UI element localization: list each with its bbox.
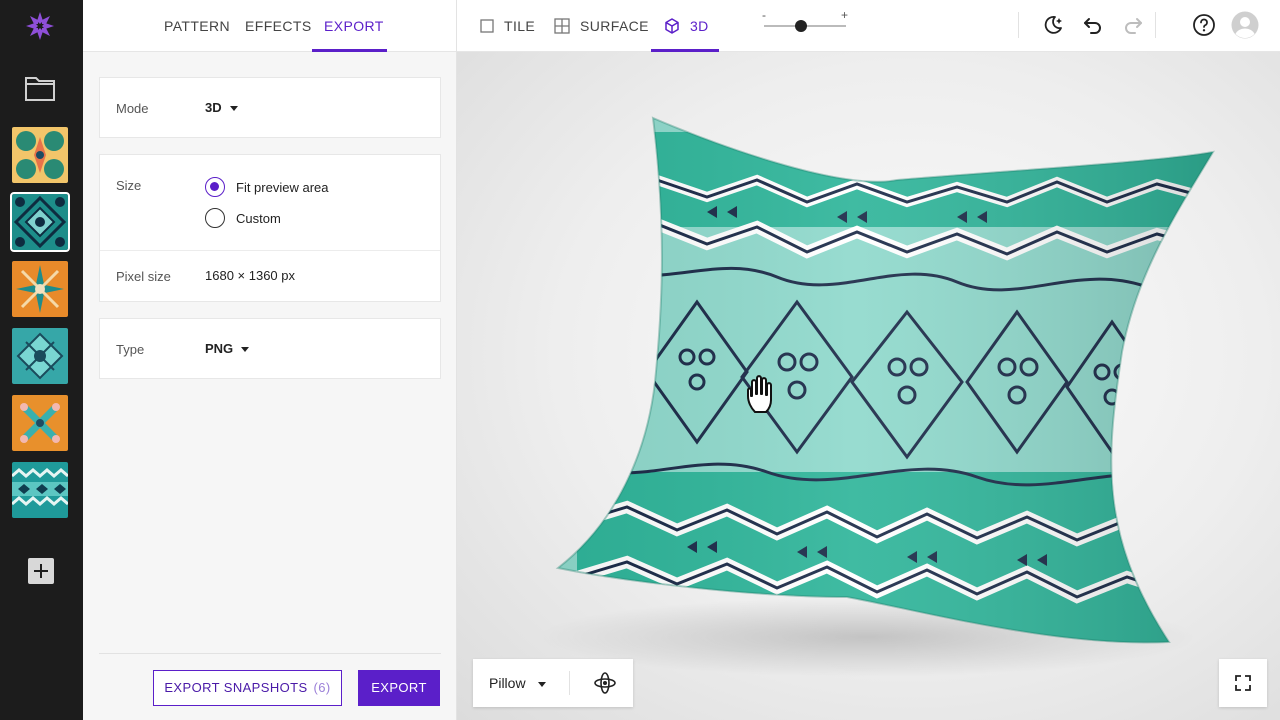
divider <box>1155 12 1156 38</box>
tab-surface[interactable]: SURFACE <box>554 18 649 34</box>
avatar-icon[interactable] <box>1231 11 1259 39</box>
pattern-thumbnail[interactable] <box>12 261 68 317</box>
tab-pattern[interactable]: PATTERN <box>164 18 230 34</box>
chevron-down-icon <box>229 106 238 112</box>
fullscreen-icon <box>1235 675 1251 691</box>
grab-cursor-icon <box>747 375 772 413</box>
pattern-thumbnail[interactable] <box>12 127 68 183</box>
tab-tile-label: TILE <box>504 18 536 34</box>
model-select[interactable]: Pillow <box>489 675 546 691</box>
type-label: Type <box>116 342 145 357</box>
tab-tile[interactable]: TILE <box>480 18 535 34</box>
type-value: PNG <box>205 341 234 356</box>
add-pattern-button[interactable] <box>28 558 54 584</box>
folder-icon[interactable] <box>24 74 56 102</box>
snapshot-count: (6) <box>313 680 331 695</box>
3d-preview-viewport[interactable]: Pillow <box>457 52 1280 720</box>
export-snapshots-label: EXPORT SNAPSHOTS <box>164 680 308 695</box>
divider <box>100 250 440 251</box>
redo-icon[interactable] <box>1121 13 1145 37</box>
export-button[interactable]: EXPORT <box>358 670 440 706</box>
export-snapshots-button[interactable]: EXPORT SNAPSHOTS (6) <box>153 670 342 706</box>
zoom-out-icon[interactable]: - <box>762 8 766 22</box>
radio-custom-label[interactable]: Custom <box>236 211 281 226</box>
type-select[interactable]: PNG <box>205 341 250 356</box>
radio-custom[interactable] <box>205 208 225 228</box>
help-icon[interactable] <box>1192 13 1216 37</box>
size-card: Size Fit preview area Custom Pixel size … <box>99 154 441 302</box>
fullscreen-button[interactable] <box>1219 659 1267 707</box>
size-label: Size <box>116 178 142 193</box>
zoom-slider[interactable]: - + <box>762 8 848 42</box>
mode-card: Mode 3D <box>99 77 441 138</box>
divider <box>99 653 441 654</box>
view-toolbar: TILE SURFACE 3D - + <box>457 0 1280 52</box>
radio-fit-preview[interactable] <box>205 177 225 197</box>
active-tab-indicator <box>312 49 387 52</box>
tab-effects[interactable]: EFFECTS <box>245 18 312 34</box>
pixel-size-value: 1680 × 1360 px <box>205 268 295 283</box>
undo-icon[interactable] <box>1081 13 1105 37</box>
pixel-size-label: Pixel size <box>116 269 171 284</box>
app-sidebar <box>0 0 83 720</box>
square-icon <box>480 19 494 33</box>
model-picker-box: Pillow <box>473 659 633 707</box>
tab-3d[interactable]: 3D <box>664 18 709 34</box>
logo-icon[interactable] <box>24 10 56 42</box>
pillow-3d-model[interactable] <box>457 52 1280 720</box>
pattern-thumbnail[interactable] <box>12 395 68 451</box>
chevron-down-icon <box>537 681 546 687</box>
mode-select[interactable]: 3D <box>205 100 238 115</box>
theme-toggle-icon[interactable] <box>1041 13 1065 37</box>
mode-value: 3D <box>205 100 222 115</box>
chevron-down-icon <box>241 347 250 353</box>
divider <box>1018 12 1019 38</box>
pattern-thumbnail-selected[interactable] <box>10 192 70 252</box>
orbit-rotate-icon[interactable] <box>593 671 617 695</box>
pattern-thumbnail[interactable] <box>12 328 68 384</box>
tab-export[interactable]: EXPORT <box>324 18 384 34</box>
zoom-handle[interactable] <box>794 20 807 32</box>
model-value: Pillow <box>489 675 526 691</box>
radio-fit-preview-label[interactable]: Fit preview area <box>236 180 328 195</box>
grid-icon <box>554 18 570 34</box>
divider <box>569 671 570 695</box>
cube-icon <box>665 18 679 34</box>
tab-3d-label: 3D <box>690 18 709 34</box>
panel-tabs: PATTERN EFFECTS EXPORT <box>83 0 456 52</box>
settings-panel: PATTERN EFFECTS EXPORT Mode 3D Size Fit … <box>83 0 457 720</box>
zoom-in-icon[interactable]: + <box>841 8 848 22</box>
pattern-thumbnail[interactable] <box>12 462 68 518</box>
mode-label: Mode <box>116 101 149 116</box>
tab-surface-label: SURFACE <box>580 18 649 34</box>
type-card: Type PNG <box>99 318 441 379</box>
